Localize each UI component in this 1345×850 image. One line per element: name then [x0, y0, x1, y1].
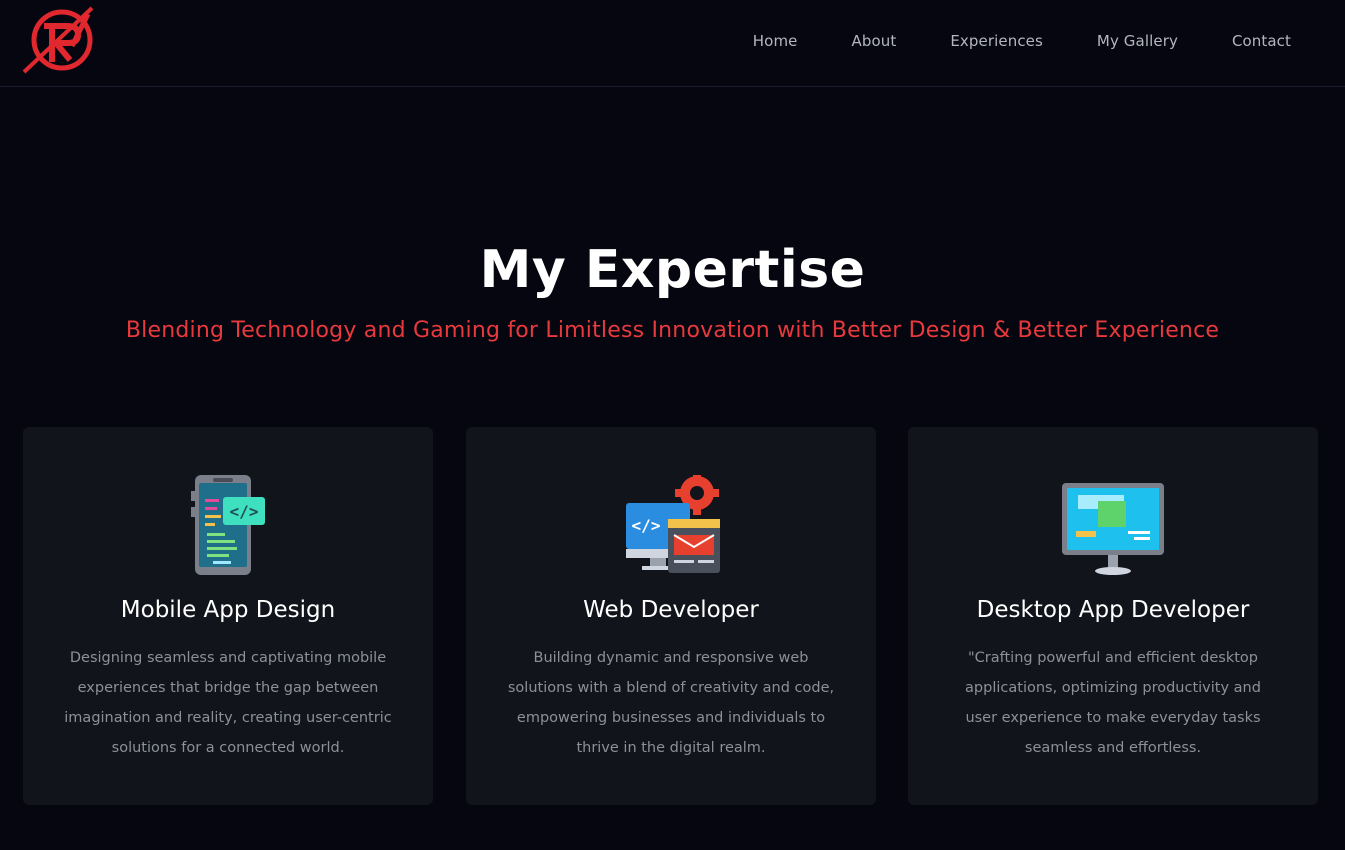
- expertise-card-web: </> Web Developer Building dynamic and r…: [466, 427, 876, 805]
- mobile-code-icon: </>: [191, 475, 265, 575]
- card-description: Building dynamic and responsive web solu…: [507, 650, 835, 756]
- page-subtitle: Blending Technology and Gaming for Limit…: [125, 318, 1220, 343]
- svg-text:</>: </>: [632, 516, 661, 535]
- nav-about[interactable]: About: [851, 32, 896, 50]
- card-description: Designing seamless and captivating mobil…: [64, 650, 392, 756]
- card-title: Desktop App Developer: [976, 597, 1250, 623]
- nav-experiences[interactable]: Experiences: [950, 32, 1043, 50]
- web-developer-icon: </>: [626, 475, 720, 573]
- logo-icon[interactable]: [22, 6, 96, 74]
- page-title: My Expertise: [479, 240, 866, 300]
- card-title: Mobile App Design: [120, 597, 336, 623]
- nav-home[interactable]: Home: [753, 32, 798, 50]
- site-header: Home About Experiences My Gallery Contac…: [0, 0, 1345, 87]
- svg-text:</>: </>: [230, 502, 259, 521]
- card-description: "Crafting powerful and efficient desktop…: [965, 650, 1261, 756]
- expertise-card-desktop: Desktop App Developer "Crafting powerful…: [908, 427, 1318, 805]
- main-nav: Home About Experiences My Gallery Contac…: [753, 32, 1291, 50]
- nav-my-gallery[interactable]: My Gallery: [1097, 32, 1178, 50]
- card-title: Web Developer: [583, 597, 759, 623]
- desktop-monitor-icon: [1062, 483, 1164, 575]
- expertise-card-mobile: </> Mobile App Design Designing seamless…: [23, 427, 433, 805]
- nav-contact[interactable]: Contact: [1232, 32, 1291, 50]
